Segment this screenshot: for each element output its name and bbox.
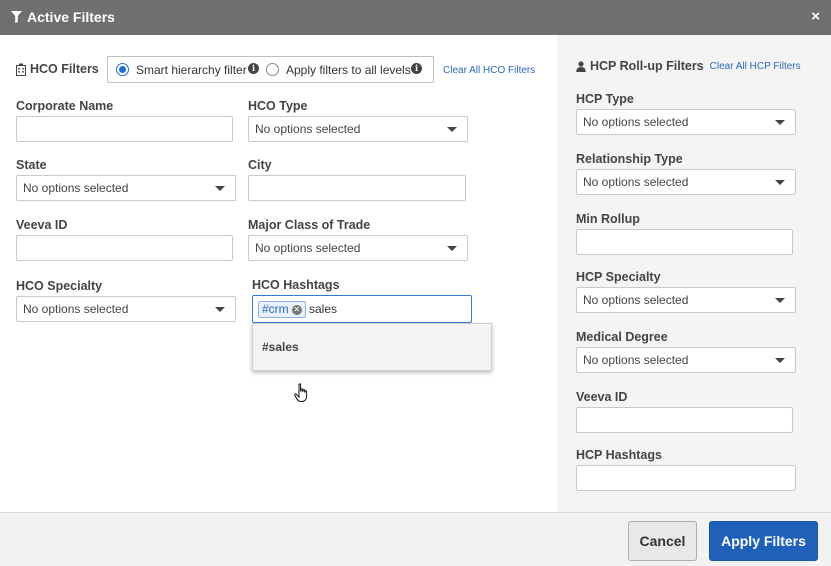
building-icon	[16, 63, 26, 76]
hcp-type-label: HCP Type	[576, 92, 634, 106]
clear-hco-filters-link[interactable]: Clear All HCO Filters	[443, 65, 535, 76]
hashtag-chip: #crm ✕	[258, 301, 306, 318]
caret-down-icon	[775, 358, 785, 363]
caret-down-icon	[215, 307, 225, 312]
state-select[interactable]: No options selected	[16, 175, 236, 201]
relationship-type-value: No options selected	[583, 175, 689, 189]
veeva-id-label: Veeva ID	[16, 218, 68, 232]
filter-icon	[11, 11, 22, 23]
hco-type-label: HCO Type	[248, 99, 308, 113]
caret-down-icon	[775, 298, 785, 303]
hco-type-select[interactable]: No options selected	[248, 116, 468, 142]
hierarchy-mode-group: Smart hierarchy filter i Apply filters t…	[107, 56, 434, 83]
hashtag-option[interactable]: #sales	[262, 340, 299, 354]
caret-down-icon	[447, 127, 457, 132]
cancel-button[interactable]: Cancel	[628, 521, 697, 561]
hco-hashtags-input[interactable]: #crm ✕ sales	[252, 295, 472, 323]
hco-type-value: No options selected	[255, 122, 361, 136]
modal-title-text: Active Filters	[27, 9, 115, 25]
caret-down-icon	[447, 246, 457, 251]
hcp-specialty-value: No options selected	[583, 293, 689, 307]
major-class-select[interactable]: No options selected	[248, 235, 468, 261]
hco-filters-title: HCO Filters	[30, 62, 99, 76]
hcp-type-value: No options selected	[583, 115, 689, 129]
caret-down-icon	[775, 180, 785, 185]
hcp-veeva-id-input[interactable]	[576, 407, 793, 433]
hcp-hashtags-label: HCP Hashtags	[576, 448, 662, 462]
hcp-filters-title: HCP Roll-up Filters	[590, 59, 704, 73]
hcp-specialty-label: HCP Specialty	[576, 270, 661, 284]
state-label: State	[16, 158, 47, 172]
city-label: City	[248, 158, 272, 172]
corporate-name-input[interactable]	[16, 116, 233, 142]
hashtag-chip-label: #crm	[262, 302, 289, 316]
veeva-id-input[interactable]	[16, 235, 233, 261]
hco-hashtags-label: HCO Hashtags	[252, 278, 340, 292]
hcp-filters-panel: HCP Roll-up Filters Clear All HCP Filter…	[557, 35, 831, 513]
info-icon[interactable]: i	[248, 63, 259, 74]
hcp-type-select[interactable]: No options selected	[576, 109, 796, 135]
min-rollup-input[interactable]	[576, 229, 793, 255]
info-icon[interactable]: i	[411, 63, 422, 74]
smart-hierarchy-radio[interactable]	[116, 63, 129, 76]
state-value: No options selected	[23, 181, 129, 195]
medical-degree-label: Medical Degree	[576, 330, 668, 344]
major-class-label: Major Class of Trade	[248, 218, 371, 232]
min-rollup-label: Min Rollup	[576, 212, 640, 226]
apply-filters-button[interactable]: Apply Filters	[709, 521, 818, 561]
apply-all-levels-radio[interactable]	[266, 63, 279, 76]
hco-specialty-select[interactable]: No options selected	[16, 296, 236, 322]
caret-down-icon	[215, 186, 225, 191]
modal-header: Active Filters ×	[0, 0, 831, 35]
hco-specialty-value: No options selected	[23, 302, 129, 316]
city-input[interactable]	[248, 175, 466, 201]
close-icon[interactable]: ×	[811, 9, 820, 25]
modal-title: Active Filters	[11, 9, 115, 25]
remove-chip-icon[interactable]: ✕	[291, 304, 302, 315]
clear-hcp-filters-link[interactable]: Clear All HCP Filters	[710, 61, 801, 72]
caret-down-icon	[775, 120, 785, 125]
apply-all-levels-label[interactable]: Apply filters to all levels	[286, 63, 411, 77]
hashtag-typed-text[interactable]: sales	[309, 302, 337, 316]
medical-degree-value: No options selected	[583, 353, 689, 367]
hcp-veeva-id-label: Veeva ID	[576, 390, 628, 404]
hco-filters-heading: HCO Filters	[16, 62, 99, 76]
modal-footer: Cancel Apply Filters	[0, 512, 831, 566]
major-class-value: No options selected	[255, 241, 361, 255]
hco-specialty-label: HCO Specialty	[16, 279, 103, 293]
relationship-type-select[interactable]: No options selected	[576, 169, 796, 195]
medical-degree-select[interactable]: No options selected	[576, 347, 796, 373]
user-icon	[576, 60, 586, 72]
hand-cursor-icon	[294, 383, 308, 402]
corporate-name-label: Corporate Name	[16, 99, 114, 113]
hcp-hashtags-input[interactable]	[576, 465, 796, 491]
relationship-type-label: Relationship Type	[576, 152, 683, 166]
smart-hierarchy-label[interactable]: Smart hierarchy filter	[136, 63, 247, 77]
hcp-filters-heading: HCP Roll-up Filters Clear All HCP Filter…	[576, 59, 801, 73]
hcp-specialty-select[interactable]: No options selected	[576, 287, 796, 313]
hco-filters-panel: HCO Filters Smart hierarchy filter i App…	[0, 35, 557, 513]
hashtag-suggestions: #sales	[252, 323, 492, 371]
